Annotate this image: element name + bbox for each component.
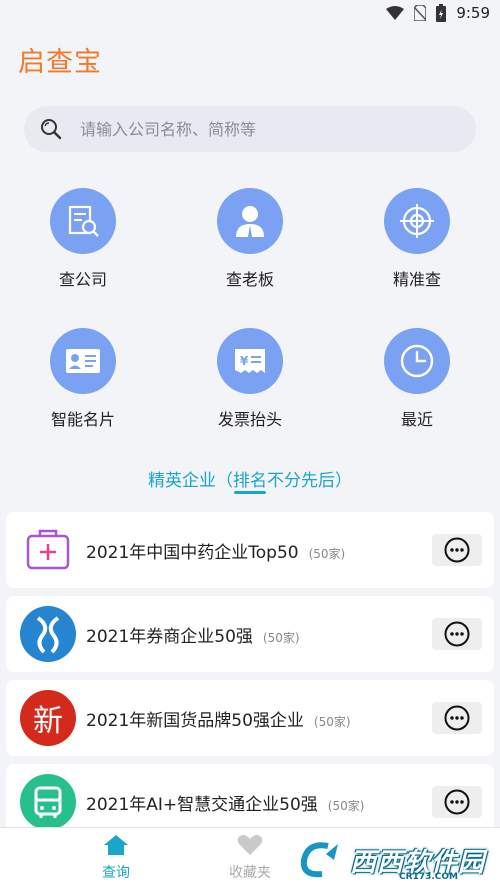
more-icon <box>444 789 470 815</box>
bus-icon <box>20 774 76 830</box>
list-item[interactable]: 2021年中国中药企业Top50 (50家) <box>6 512 494 588</box>
list-item-count: (50家) <box>308 547 346 561</box>
list-item-title: 2021年AI+智慧交通企业50强 (50家) <box>86 795 365 815</box>
battery-charging-icon <box>436 4 447 22</box>
list-item-title: 2021年券商企业50强 (50家) <box>86 627 300 647</box>
feature-recent[interactable]: 最近 <box>347 328 487 430</box>
home-icon <box>104 835 128 855</box>
tab-indicator <box>234 491 266 494</box>
list-item-count: (50家) <box>313 715 351 729</box>
feature-label: 查公司 <box>58 270 107 289</box>
more-button[interactable] <box>432 534 482 566</box>
watermark: 西西软件园 CR173.COM <box>298 838 494 882</box>
section-title-text: 精英企业（排名不分先后） <box>148 471 352 491</box>
nav-label: 收藏夹 <box>229 865 271 881</box>
business-card-icon <box>50 328 116 394</box>
feature-label: 查老板 <box>225 270 274 289</box>
medicine-kit-icon <box>20 522 76 578</box>
feature-invoice-title[interactable]: ¥ 发票抬头 <box>180 328 320 430</box>
feature-label: 发票抬头 <box>217 410 282 429</box>
target-icon <box>384 188 450 254</box>
person-icon <box>217 188 283 254</box>
watermark-logo-icon <box>300 842 338 878</box>
heart-icon <box>237 835 263 855</box>
more-button[interactable] <box>432 618 482 650</box>
more-button[interactable] <box>432 786 482 818</box>
feature-label: 最近 <box>400 410 433 429</box>
status-bar: 9:59 <box>0 0 500 28</box>
document-search-icon <box>50 188 116 254</box>
bottom-nav: 查询 收藏夹 西西软件园 CR173.COM <box>0 827 500 888</box>
status-time: 9:59 <box>456 4 490 22</box>
feature-label: 智能名片 <box>50 410 115 429</box>
no-sim-icon <box>414 5 427 21</box>
more-icon <box>444 621 470 647</box>
feature-precise-search[interactable]: 精准查 <box>347 188 487 290</box>
more-icon <box>444 537 470 563</box>
app-title: 启查宝 <box>18 47 102 78</box>
feature-label: 精准查 <box>392 270 441 289</box>
list-item-title: 2021年中国中药企业Top50 (50家) <box>86 543 346 563</box>
nav-item-favorites[interactable]: 收藏夹 <box>210 834 290 882</box>
wifi-icon <box>386 6 405 20</box>
broker-logo-icon <box>20 606 76 662</box>
more-button[interactable] <box>432 702 482 734</box>
list-item[interactable]: 2021年券商企业50强 (50家) <box>6 596 494 672</box>
search-icon <box>41 119 62 140</box>
section-title[interactable]: 精英企业（排名不分先后） <box>0 466 500 494</box>
clock-icon <box>384 328 450 394</box>
nav-label: 查询 <box>102 865 130 881</box>
list-item[interactable]: 新 2021年新国货品牌50强企业 (50家) <box>6 680 494 756</box>
feature-smart-card[interactable]: 智能名片 <box>13 328 153 430</box>
list-item-title: 2021年新国货品牌50强企业 (50家) <box>86 711 351 731</box>
xin-character-icon: 新 <box>20 690 76 746</box>
nav-item-query[interactable]: 查询 <box>76 834 156 882</box>
more-icon <box>444 705 470 731</box>
invoice-icon: ¥ <box>217 328 283 394</box>
feature-boss-search[interactable]: 查老板 <box>180 188 320 290</box>
list-item-count: (50家) <box>262 631 300 645</box>
search-bar[interactable] <box>24 106 476 152</box>
svg-text:¥: ¥ <box>240 354 249 368</box>
list-item-count: (50家) <box>327 799 365 813</box>
search-input[interactable] <box>78 118 442 140</box>
watermark-sub: CR173.COM <box>399 872 458 882</box>
feature-company-search[interactable]: 查公司 <box>13 188 153 290</box>
